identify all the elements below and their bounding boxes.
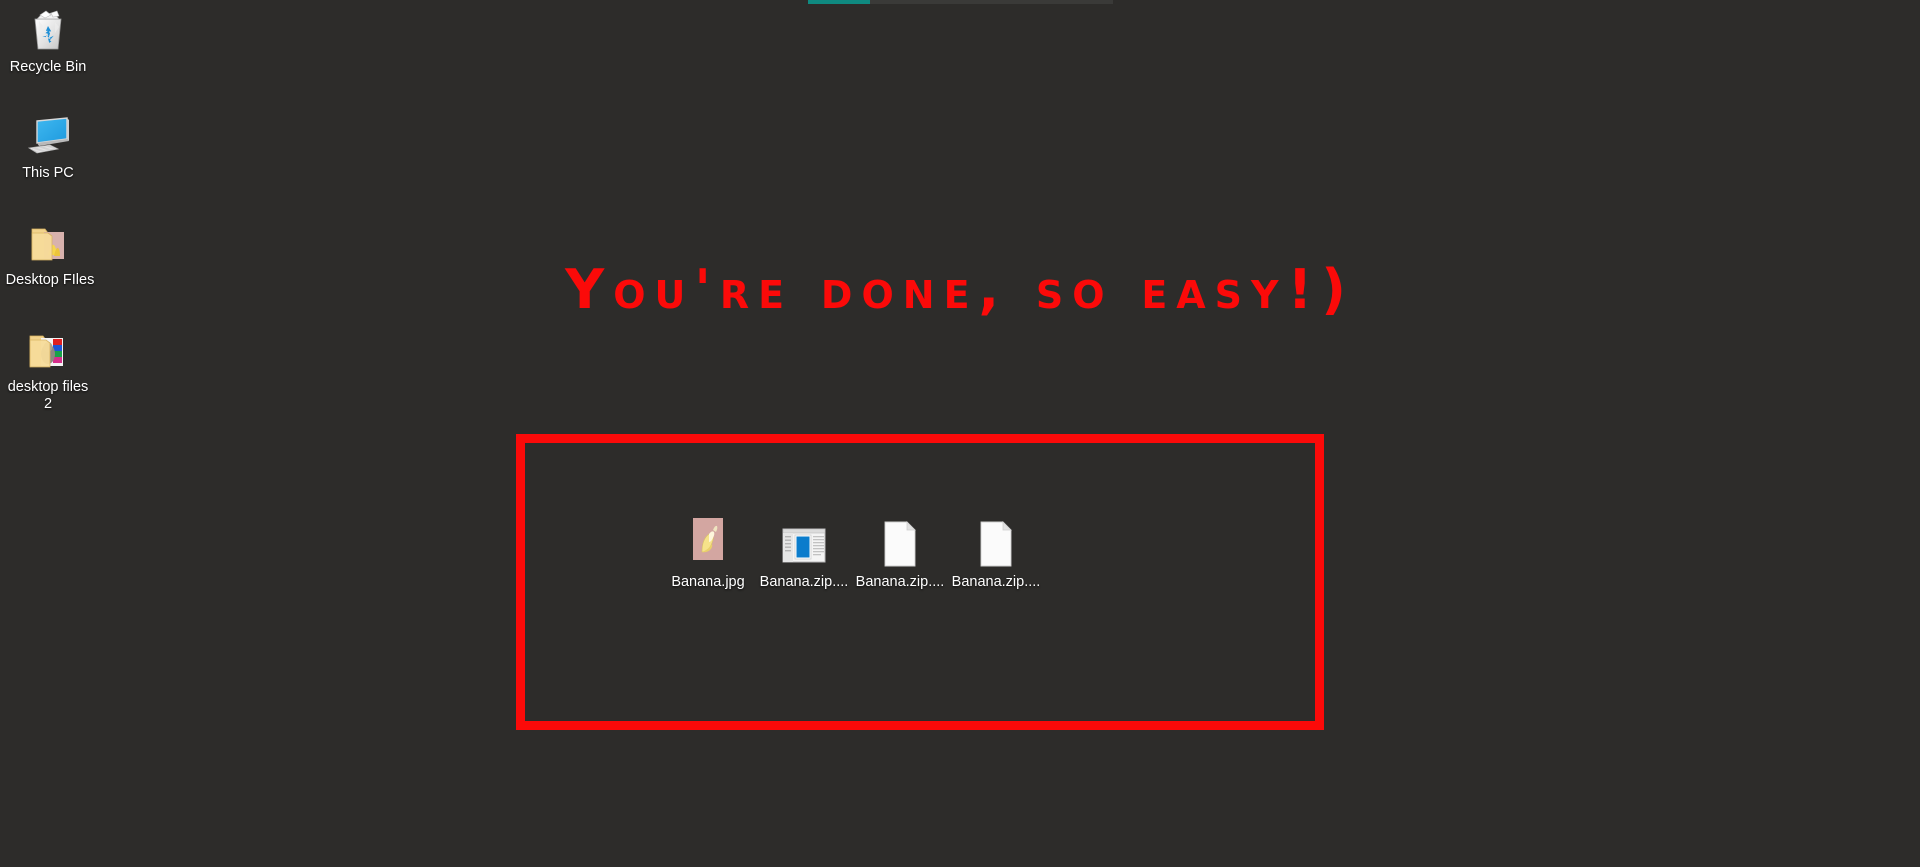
blank-page-icon bbox=[876, 516, 924, 568]
file-item-banana-jpg[interactable]: Banana.jpg bbox=[660, 516, 756, 591]
file-item-label: Banana.zip.... bbox=[759, 574, 849, 590]
file-item-label: Banana.jpg bbox=[671, 574, 745, 590]
folder-with-pictures-icon bbox=[26, 219, 74, 267]
file-item-label: Banana.zip.... bbox=[855, 574, 945, 590]
top-progress-sliver bbox=[808, 0, 1113, 4]
desktop-icon-label: Recycle Bin bbox=[9, 59, 87, 75]
desktop-icon-recycle-bin[interactable]: Recycle Bin bbox=[0, 6, 96, 76]
folder-with-pictures-icon bbox=[24, 326, 72, 374]
file-item-banana-zip-1[interactable]: Banana.zip.... bbox=[756, 516, 852, 591]
desktop-icon-label: This PC bbox=[22, 165, 74, 181]
image-thumbnail-banana-icon bbox=[684, 516, 732, 568]
file-item-label: Banana.zip.... bbox=[951, 574, 1041, 590]
this-pc-icon bbox=[24, 112, 72, 160]
file-item-banana-zip-3[interactable]: Banana.zip.... bbox=[948, 516, 1044, 591]
document-preview-window-icon bbox=[780, 516, 828, 568]
blank-page-icon bbox=[972, 516, 1020, 568]
top-progress-fill bbox=[808, 0, 870, 4]
annotation-banner-text: You're done, so easy!) bbox=[565, 258, 1355, 321]
file-item-banana-zip-2[interactable]: Banana.zip.... bbox=[852, 516, 948, 591]
file-list: Banana.jpg Banana.zip.... Banana.zip....… bbox=[660, 516, 1044, 591]
recycle-bin-icon bbox=[24, 6, 72, 54]
desktop-icon-desktop-files-2[interactable]: desktop files 2 bbox=[0, 326, 96, 413]
desktop-icon-label: desktop files 2 bbox=[7, 379, 89, 412]
desktop-icon-this-pc[interactable]: This PC bbox=[0, 112, 96, 182]
